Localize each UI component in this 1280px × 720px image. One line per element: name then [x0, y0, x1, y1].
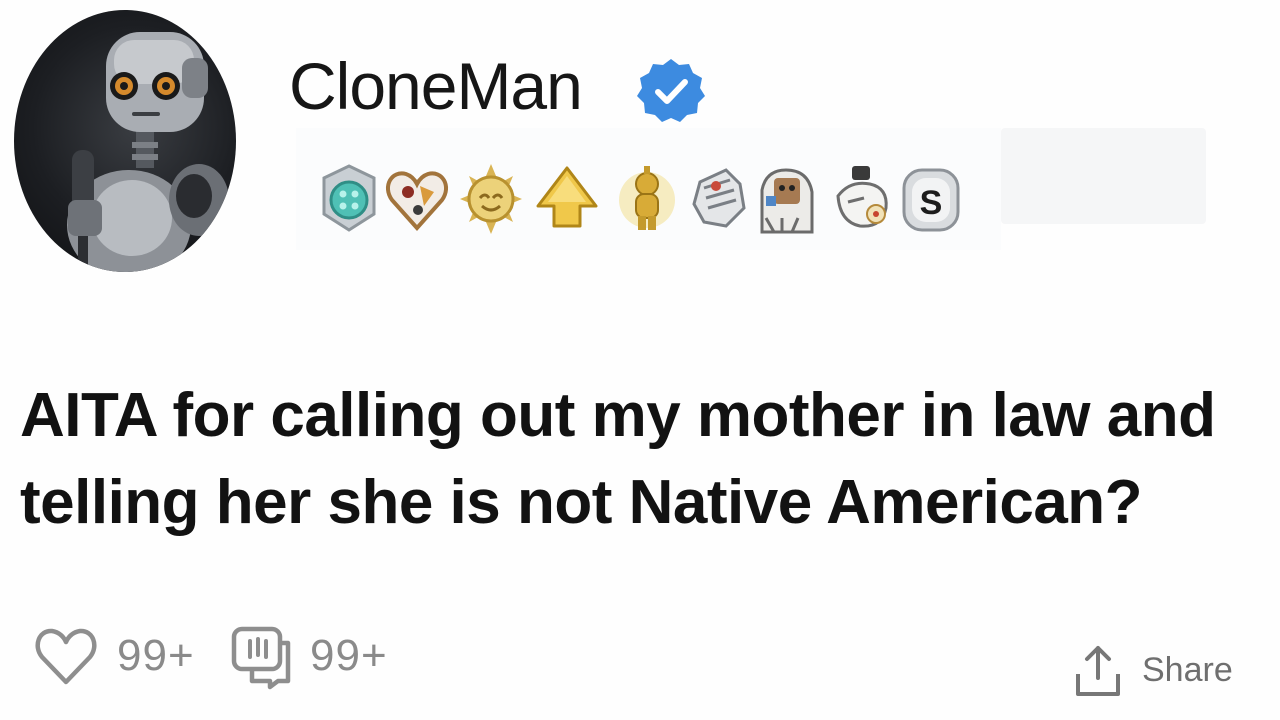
comment-icon[interactable]: [230, 625, 292, 690]
heart-award-icon[interactable]: [384, 162, 450, 236]
robot-hand-award-icon[interactable]: [830, 162, 896, 236]
comment-count[interactable]: 99+: [310, 630, 388, 682]
verified-badge-icon: [636, 56, 706, 126]
gold-arrow-up-icon[interactable]: [534, 162, 600, 236]
character-award-icon[interactable]: [752, 162, 818, 236]
gold-figure-award-icon[interactable]: [614, 162, 680, 236]
robot-avatar-icon: [67, 32, 229, 272]
awards-strip-fade: [1001, 128, 1206, 224]
like-count[interactable]: 99+: [117, 630, 195, 682]
share-button[interactable]: Share: [1142, 648, 1233, 692]
post-title[interactable]: AITA for calling out my mother in law an…: [20, 372, 1265, 546]
share-icon[interactable]: [1074, 644, 1122, 698]
sun-award-icon[interactable]: [458, 162, 524, 236]
svg-text:S: S: [920, 184, 943, 222]
teal-medal-icon[interactable]: [316, 162, 382, 236]
post-card: CloneMan S AITA for calling out my mothe…: [0, 0, 1280, 720]
silver-s-award-icon[interactable]: S: [898, 162, 964, 236]
username[interactable]: CloneMan: [289, 46, 583, 126]
avatar[interactable]: [14, 10, 236, 272]
fist-award-icon[interactable]: [686, 162, 752, 236]
heart-icon[interactable]: [34, 624, 98, 688]
